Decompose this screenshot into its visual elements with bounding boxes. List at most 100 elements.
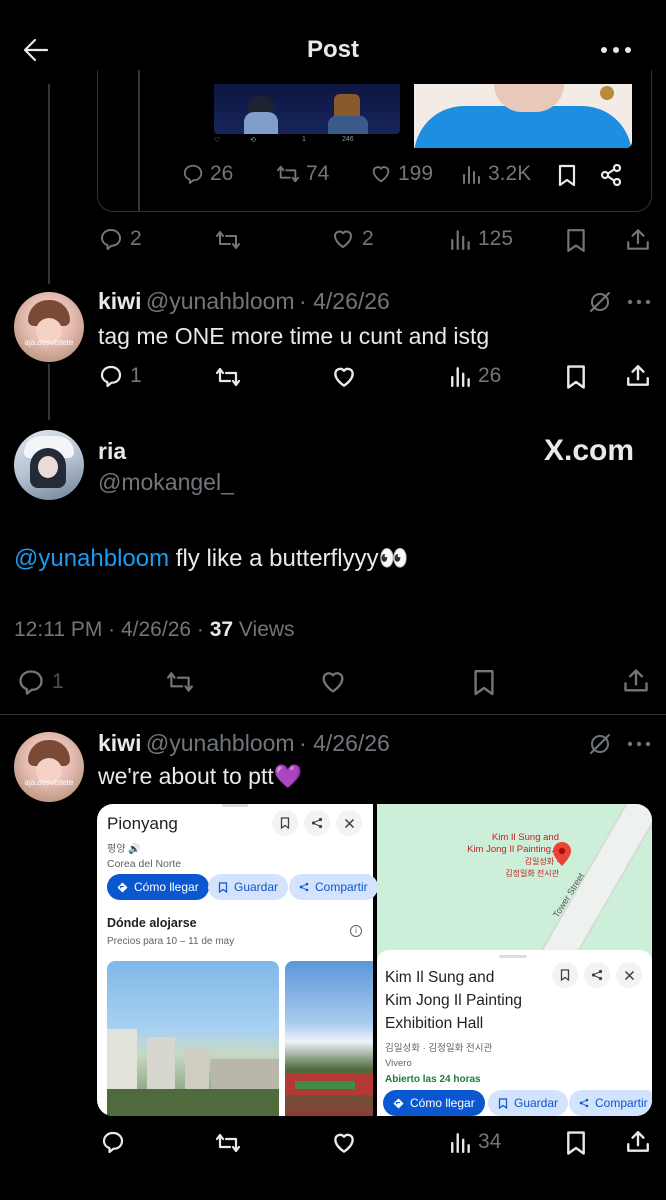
more-horizontal-icon (601, 47, 631, 53)
share-icon-button[interactable] (584, 962, 610, 988)
reply-button[interactable] (100, 1130, 126, 1154)
views-button[interactable]: 34 (450, 1130, 501, 1154)
views-icon (451, 367, 470, 388)
post-date[interactable]: · 4/26/26 (299, 730, 390, 756)
views-icon (451, 230, 470, 250)
quoted-repost-count: 74 (306, 162, 330, 185)
avatar[interactable]: aja.desvistete (14, 292, 84, 362)
reply-button[interactable]: 1 (98, 364, 142, 388)
like-button[interactable] (330, 1130, 358, 1156)
bookmark-icon (567, 365, 585, 389)
reply-count: 1 (130, 364, 142, 387)
embedded-like-button[interactable] (318, 668, 348, 696)
section-title: Dónde alojarse (107, 916, 197, 930)
directions-icon (393, 1097, 404, 1109)
map-screenshot-right[interactable]: Tower Street Kim Il Sung and Kim Jong Il… (377, 804, 652, 1116)
prev-reply-count: 2 (130, 227, 142, 250)
reply-icon (100, 365, 122, 388)
grok-button[interactable] (588, 732, 612, 756)
close-icon-button[interactable] (616, 962, 642, 988)
share-icon (627, 229, 649, 250)
tweet-text: tag me ONE more time u cunt and istg (98, 323, 490, 349)
quoted-like-button[interactable]: 199 (370, 162, 433, 186)
info-icon[interactable]: i (350, 925, 362, 937)
bookmark-button[interactable] (565, 364, 587, 389)
share-button[interactable] (625, 363, 651, 389)
heart-icon (372, 166, 390, 183)
bookmark-icon (558, 164, 576, 186)
media-image-right[interactable] (414, 84, 632, 148)
like-button[interactable] (330, 364, 358, 390)
author-handle[interactable]: @yunahbloom (146, 730, 295, 756)
tweet-more-button[interactable] (627, 740, 651, 748)
quoted-bookmark-button[interactable] (557, 164, 577, 186)
embedded-reply-button[interactable]: 1 (16, 668, 64, 696)
share-button[interactable]: Compartir (289, 874, 378, 900)
author-handle[interactable]: @yunahbloom (146, 288, 295, 314)
embedded-author-handle[interactable]: @mokangel_ (98, 469, 234, 496)
author-name[interactable]: kiwi (98, 288, 141, 314)
prev-repost-button[interactable] (214, 228, 242, 252)
hotel-photo-1[interactable] (107, 961, 279, 1116)
close-icon-button[interactable] (336, 810, 362, 836)
opening-hours: Abierto las 24 horas (385, 1074, 481, 1085)
embedded-reply-count: 1 (52, 670, 64, 693)
prev-views-button[interactable]: 125 (450, 227, 513, 251)
bookmark-button[interactable] (565, 1130, 587, 1155)
speaker-icon: 🔊 (128, 844, 141, 855)
prev-like-button[interactable]: 2 (330, 227, 374, 251)
embedded-share-button[interactable] (622, 667, 650, 695)
more-options-button[interactable] (600, 45, 632, 55)
media-image-left[interactable] (214, 84, 400, 134)
repost-button[interactable] (214, 1131, 242, 1155)
map-screenshot-left[interactable]: Pionyang 평양 🔊 Corea del Norte Cómo llega… (97, 804, 378, 1116)
prev-bookmark-button[interactable] (565, 228, 587, 252)
share-button[interactable] (625, 1129, 651, 1155)
share-button[interactable]: Compartir (569, 1090, 652, 1116)
tweet-more-button[interactable] (627, 298, 651, 306)
save-button[interactable]: Guardar (488, 1090, 569, 1116)
embedded-bookmark-button[interactable] (472, 668, 496, 696)
embedded-author-name[interactable]: ria (98, 438, 126, 465)
directions-button[interactable]: Cómo llegar (107, 874, 209, 900)
quoted-share-button[interactable] (600, 164, 622, 186)
repost-icon (166, 672, 193, 692)
section-subtitle: Precios para 10 – 11 de may (107, 936, 235, 947)
map-pin-icon[interactable] (553, 842, 571, 871)
avatar[interactable]: aja.desvistete (14, 732, 84, 802)
quoted-views-button[interactable]: 3.2K (462, 162, 531, 186)
share-nodes-icon (299, 882, 309, 892)
directions-button[interactable]: Cómo llegar (383, 1090, 485, 1116)
quoted-post-card[interactable]: ♡ ⟲ 1 246 26 74 199 3.2K (97, 70, 652, 212)
grok-button[interactable] (588, 290, 612, 314)
avatar[interactable] (14, 430, 84, 500)
mini-view-count: 246 (342, 136, 354, 143)
views-count: 37 (209, 618, 234, 641)
embedded-text-body: fly like a butterflyyy👀 (169, 545, 409, 572)
media-grid[interactable]: Pionyang 평양 🔊 Corea del Norte Cómo llega… (97, 804, 652, 1116)
author-name[interactable]: kiwi (98, 730, 141, 756)
mention-link[interactable]: @yunahbloom (14, 545, 169, 572)
reply-icon (101, 229, 121, 250)
embedded-timestamp: 12:11 PM · 4/26/26 · 37 Views (14, 618, 295, 642)
repost-icon (215, 1133, 241, 1153)
hotel-photo-2[interactable] (285, 961, 373, 1116)
place-korean-name: 평양 🔊 (107, 844, 141, 855)
embedded-repost-button[interactable] (164, 669, 196, 695)
place-title: Kim Il Sung and Kim Jong Il Painting Exh… (385, 969, 522, 1032)
view-count: 26 (478, 364, 502, 387)
quoted-reply-button[interactable]: 26 (182, 162, 233, 186)
save-icon-button[interactable] (552, 962, 578, 988)
prev-share-button[interactable] (625, 227, 651, 253)
mini-action-bar: ♡ ⟲ 1 246 (214, 136, 354, 144)
repost-button[interactable] (214, 365, 242, 389)
prev-reply-button[interactable]: 2 (98, 227, 142, 251)
views-button[interactable]: 26 (450, 364, 501, 388)
save-icon-button[interactable] (272, 810, 298, 836)
quoted-repost-button[interactable]: 74 (276, 162, 329, 186)
post-date[interactable]: · 4/26/26 (299, 288, 390, 314)
place-bottom-sheet[interactable]: Kim Il Sung and Kim Jong Il Painting Exh… (377, 950, 652, 1116)
save-button[interactable]: Guardar (208, 874, 289, 900)
share-icon-button[interactable] (304, 810, 330, 836)
avatar-watermark: aja.desvistete (24, 338, 74, 347)
